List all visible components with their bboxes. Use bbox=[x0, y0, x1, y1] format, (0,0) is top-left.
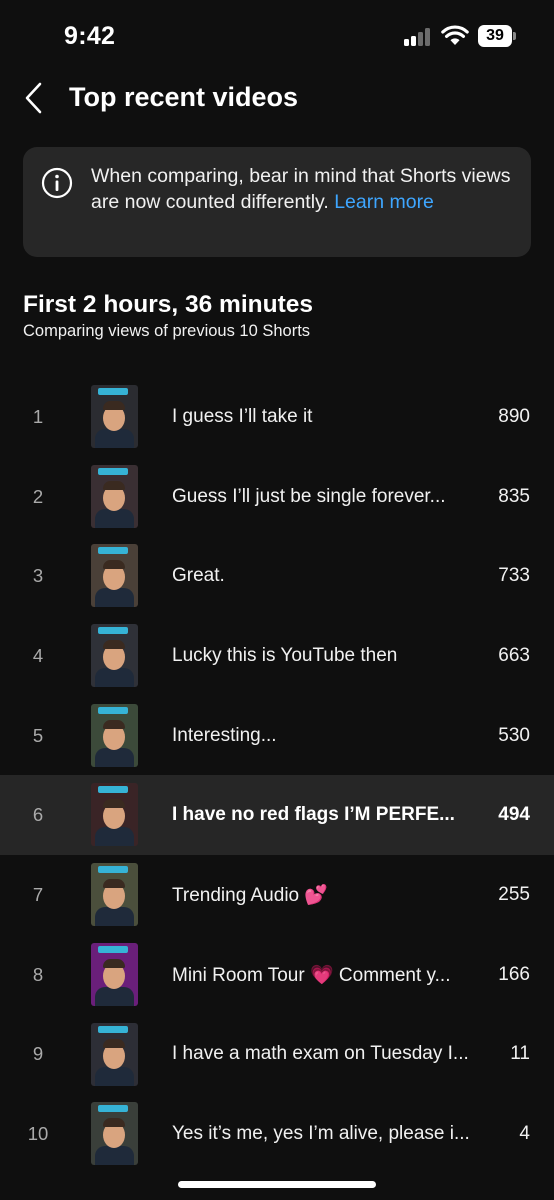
app-header: Top recent videos bbox=[0, 72, 554, 128]
back-arrow-icon[interactable] bbox=[18, 78, 54, 118]
video-rank: 5 bbox=[32, 724, 44, 746]
video-title: Yes it’s me, yes I’m alive, please i... bbox=[172, 1123, 470, 1145]
video-thumbnail[interactable] bbox=[91, 544, 138, 608]
video-rank: 7 bbox=[32, 883, 44, 905]
video-row[interactable]: 5 Interesting... 530 bbox=[0, 696, 554, 776]
video-rank: 3 bbox=[32, 565, 44, 587]
video-title: Guess I’ll just be single forever... bbox=[172, 485, 446, 507]
info-notice: When comparing, bear in mind that Shorts… bbox=[23, 147, 531, 257]
video-thumbnail[interactable] bbox=[91, 385, 138, 448]
video-thumbnail[interactable] bbox=[91, 783, 138, 847]
video-rank: 8 bbox=[32, 963, 44, 985]
video-title: I have no red flags I’M PERFE... bbox=[172, 804, 455, 826]
video-rank: 9 bbox=[32, 1043, 44, 1065]
video-row[interactable]: 8 Mini Room Tour 💗 Comment y... 166 bbox=[0, 935, 554, 1015]
video-title: Mini Room Tour 💗 Comment y... bbox=[172, 964, 451, 986]
video-views: 494 bbox=[498, 804, 530, 826]
page-title: Top recent videos bbox=[69, 82, 299, 112]
video-row[interactable]: 2 Guess I’ll just be single forever... 835 bbox=[0, 457, 554, 537]
video-views: 530 bbox=[498, 724, 530, 746]
video-title: Lucky this is YouTube then bbox=[172, 644, 398, 666]
video-row[interactable]: 9 I have a math exam on Tuesday I... 11 bbox=[0, 1015, 554, 1095]
video-views: 166 bbox=[498, 963, 530, 985]
video-title: Interesting... bbox=[172, 724, 277, 746]
status-bar: 9:42 39 bbox=[0, 0, 554, 72]
video-views: 255 bbox=[498, 883, 530, 905]
video-thumbnail[interactable] bbox=[91, 1022, 138, 1086]
video-views: 663 bbox=[498, 644, 530, 666]
video-list: 1 I guess I’ll take it 890 2 Guess I’ll just… bbox=[0, 377, 554, 1174]
wifi-icon bbox=[441, 25, 469, 45]
home-indicator bbox=[178, 1181, 376, 1188]
video-rank: 4 bbox=[32, 644, 44, 666]
status-time: 9:42 bbox=[64, 22, 116, 50]
video-thumbnail[interactable] bbox=[91, 863, 138, 927]
learn-more-link[interactable]: Learn more bbox=[334, 191, 434, 213]
video-rank: 6 bbox=[32, 804, 44, 826]
video-thumbnail[interactable] bbox=[91, 942, 138, 1006]
video-thumbnail[interactable] bbox=[91, 1102, 138, 1166]
video-title: Trending Audio 💕 bbox=[172, 884, 329, 906]
battery-icon: 39 bbox=[478, 25, 516, 47]
info-icon bbox=[41, 167, 73, 199]
battery-level: 39 bbox=[478, 25, 512, 47]
video-rank: 1 bbox=[32, 405, 44, 427]
video-views: 4 bbox=[519, 1123, 530, 1145]
video-title: Great. bbox=[172, 565, 225, 587]
section-subtitle: Comparing views of previous 10 Shorts bbox=[23, 322, 311, 340]
video-row[interactable]: 3 Great. 733 bbox=[0, 536, 554, 616]
video-views: 890 bbox=[498, 405, 530, 427]
video-rank: 10 bbox=[27, 1123, 49, 1145]
video-title: I guess I’ll take it bbox=[172, 405, 313, 427]
video-views: 11 bbox=[510, 1043, 530, 1065]
notice-text: When comparing, bear in mind that Shorts… bbox=[91, 163, 511, 215]
video-views: 733 bbox=[498, 565, 530, 587]
video-row[interactable]: 7 Trending Audio 💕 255 bbox=[0, 855, 554, 935]
section-title: First 2 hours, 36 minutes bbox=[23, 291, 313, 318]
video-row[interactable]: 1 I guess I’ll take it 890 bbox=[0, 377, 554, 457]
video-thumbnail[interactable] bbox=[91, 624, 138, 688]
video-row[interactable]: 6 I have no red flags I’M PERFE... 494 bbox=[0, 775, 554, 856]
video-row[interactable]: 10 Yes it’s me, yes I’m alive, please i..… bbox=[0, 1094, 554, 1174]
video-thumbnail[interactable] bbox=[91, 703, 138, 767]
video-title: I have a math exam on Tuesday I... bbox=[172, 1043, 469, 1065]
video-views: 835 bbox=[498, 485, 530, 507]
video-row[interactable]: 4 Lucky this is YouTube then 663 bbox=[0, 616, 554, 696]
video-thumbnail[interactable] bbox=[91, 464, 138, 528]
video-rank: 2 bbox=[32, 485, 44, 507]
cellular-signal-icon bbox=[404, 28, 434, 46]
notice-message: When comparing, bear in mind that Shorts… bbox=[91, 165, 511, 213]
